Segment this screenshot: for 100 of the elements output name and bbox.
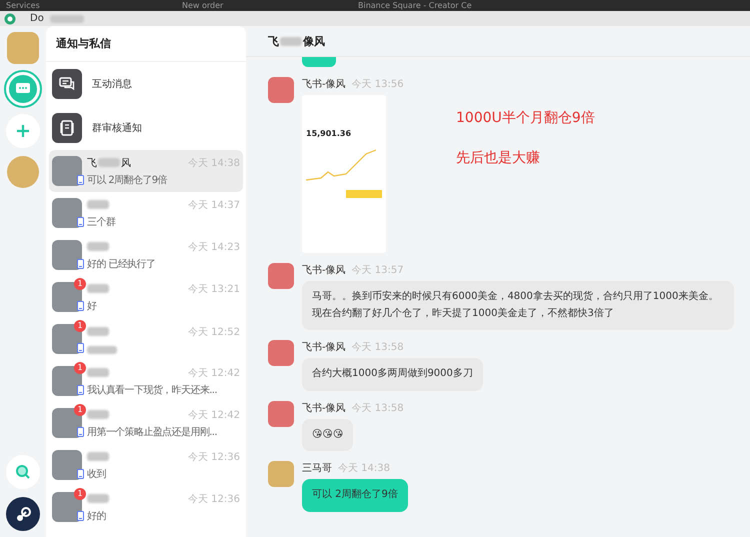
blurred-text: [87, 410, 109, 419]
app-logo-icon: [4, 12, 16, 24]
message-time: 今天 13:57: [352, 264, 404, 277]
message-time: 今天 14:23: [188, 240, 240, 254]
chat-title: 像风: [303, 34, 325, 48]
blurred-text: [87, 242, 109, 251]
plus-icon[interactable]: [6, 114, 40, 148]
sender-name: 飞书-像风: [302, 78, 346, 91]
chat-list-item[interactable]: 今天 14:37 三个群: [49, 192, 243, 234]
message-time: 今天 14:38: [338, 462, 390, 475]
message-time: 今天 12:36: [188, 492, 240, 506]
avatar-placeholder: [52, 366, 82, 396]
message-time: 今天 13:58: [352, 341, 404, 354]
panel-title: 通知与私信: [46, 26, 246, 62]
message-bubble: 合约大概1000多两周做到9000多刀: [302, 358, 483, 390]
sender-name: 飞书-像风: [302, 402, 346, 414]
message-preview: 好的: [87, 510, 106, 522]
chat-list-item[interactable]: 1 今天 12:52: [49, 318, 243, 360]
phone-icon: [77, 259, 84, 269]
blurred-text: [87, 327, 109, 336]
phone-icon: [77, 511, 84, 521]
avatar-placeholder: [52, 492, 82, 522]
blurred-text: [87, 346, 117, 354]
phone-icon: [77, 217, 84, 227]
blurred-text: [87, 200, 109, 209]
message-preview: 好的 已经执行了: [87, 258, 156, 270]
unread-badge: 1: [74, 404, 86, 416]
blurred-text: [87, 494, 109, 503]
message-time: 今天 12:42: [188, 366, 240, 380]
message-time: 今天 13:58: [352, 402, 404, 414]
avatar-placeholder: [52, 324, 82, 354]
sender-name: 飞书-像风: [302, 340, 346, 354]
avatar-placeholder: [268, 340, 294, 366]
unread-badge: 1: [74, 320, 86, 332]
message-bubble: 马哥。。换到币安来的时候只有6000美金，4800拿去买的现货，合约只用了1000来美金。现在合约翻了好几个仓了，昨天提了1000美金走了，不然都快3倍了: [302, 281, 734, 330]
avatar-placeholder: [52, 408, 82, 438]
message-bubble: 😘😘😘: [302, 418, 354, 451]
notification-icon: [52, 69, 82, 99]
phone-icon: [77, 469, 84, 479]
unread-badge: 1: [74, 278, 86, 290]
sender-name: 三马哥: [302, 462, 332, 475]
avatar-placeholder: [52, 240, 82, 270]
steam-logo-icon[interactable]: [6, 497, 40, 531]
message-time: 今天 13:56: [352, 78, 404, 91]
chat-list-item[interactable]: 1 今天 12:36 好的: [49, 486, 243, 528]
chat-list-item[interactable]: 今天 14:23 好的 已经执行了: [49, 234, 243, 276]
message-preview: 可以 2周翻仓了9倍: [87, 174, 167, 186]
window-title: Do: [30, 13, 44, 24]
message-preview: 用第一个策略止盈点还是用刚...: [87, 426, 217, 438]
message-time: 今天 12:36: [188, 450, 240, 464]
message-time: 今天 12:52: [188, 326, 240, 338]
annotation-text: 先后也是大赚: [456, 149, 541, 167]
message-preview: 好: [87, 300, 96, 312]
unread-badge: 1: [74, 362, 86, 374]
message-time: 今天 13:21: [188, 282, 240, 296]
notification-item[interactable]: 互动消息: [46, 62, 246, 106]
sender-name: 飞书-像风: [302, 264, 346, 277]
avatar-placeholder: [268, 263, 294, 289]
avatar-placeholder: [52, 156, 82, 186]
message-time: 今天 12:42: [188, 408, 240, 422]
chat-list-item[interactable]: 1 今天 12:42 我认真看一下现货，昨天还来...: [49, 360, 243, 402]
chat-bubble-icon[interactable]: [6, 72, 40, 106]
blurred-text: [280, 36, 302, 46]
phone-icon: [77, 175, 84, 185]
blurred-text: [98, 158, 120, 167]
contact-name: 风: [121, 156, 131, 170]
blurred-text: [87, 284, 109, 293]
chat-title: 飞: [268, 34, 279, 48]
notification-item[interactable]: 群审核通知: [46, 106, 246, 150]
chat-list-item[interactable]: 1 今天 13:21 好: [49, 276, 243, 318]
message-bubble: 可以 2周翻仓了9倍: [302, 479, 408, 512]
message-preview: 我认真看一下现货，昨天还来...: [87, 384, 217, 396]
browser-tab[interactable]: Binance Square - Creator Ce: [352, 0, 528, 10]
browser-tab[interactable]: Services: [0, 0, 176, 10]
phone-icon: [77, 427, 84, 437]
phone-icon: [77, 301, 84, 311]
message-time: 今天 14:37: [188, 198, 240, 212]
message-preview: 三个群: [87, 216, 116, 228]
message-preview: 收到: [87, 468, 106, 480]
avatar-placeholder: [52, 450, 82, 480]
balance-value: 15,901.36: [306, 129, 352, 138]
avatar-placeholder: [268, 461, 294, 487]
avatar-placeholder: [52, 282, 82, 312]
browser-tab[interactable]: New order: [176, 0, 352, 10]
blurred-text: [50, 14, 84, 22]
avatar-placeholder: [268, 400, 294, 426]
chat-list-item[interactable]: 今天 12:36 收到: [49, 444, 243, 486]
annotation-text: 1000U半个月翻仓9倍: [456, 109, 595, 127]
blurred-text: [87, 368, 109, 377]
blurred-text: [87, 452, 109, 461]
chat-list-item[interactable]: 1 今天 12:42 用第一个策略止盈点还是用刚...: [49, 402, 243, 444]
notification-icon: [52, 113, 82, 143]
avatar-placeholder: [52, 198, 82, 228]
phone-icon: [77, 385, 84, 395]
contact-name: 飞: [87, 156, 97, 170]
search-icon[interactable]: [6, 455, 40, 489]
phone-icon: [77, 343, 84, 353]
avatar-button[interactable]: [7, 32, 39, 64]
unread-badge: 1: [74, 488, 86, 500]
avatar-button[interactable]: [7, 156, 39, 188]
